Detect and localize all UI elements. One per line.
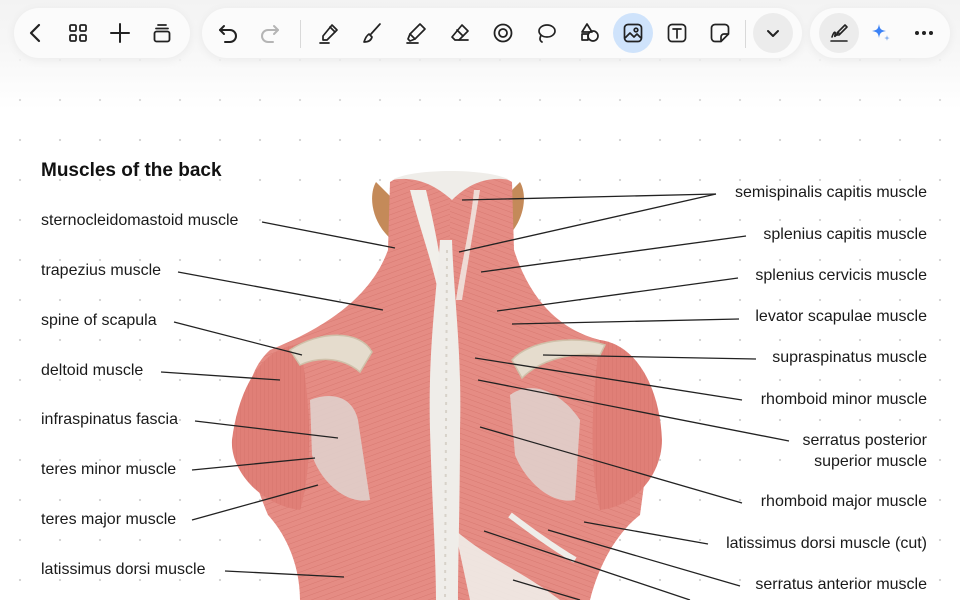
label-splenius-cervicis: splenius cervicis muscle bbox=[755, 267, 927, 284]
label-teres-minor: teres minor muscle bbox=[41, 461, 177, 478]
figure-title: Muscles of the back bbox=[41, 160, 222, 181]
label-latissimus-dorsi: latissimus dorsi muscle bbox=[41, 561, 206, 578]
label-sternocleidomastoid: sternocleidomastoid muscle bbox=[41, 212, 239, 229]
label-infraspinatus-fascia: infraspinatus fascia bbox=[41, 411, 178, 428]
label-serratus-posterior-line2: superior muscle bbox=[814, 453, 927, 470]
label-supraspinatus: supraspinatus muscle bbox=[772, 349, 927, 366]
label-latissimus-dorsi-cut: latissimus dorsi muscle (cut) bbox=[726, 535, 927, 552]
label-deltoid: deltoid muscle bbox=[41, 362, 144, 379]
label-trapezius: trapezius muscle bbox=[41, 262, 162, 279]
label-serratus-anterior: serratus anterior muscle bbox=[755, 576, 927, 593]
label-semispinalis-capitis: semispinalis capitis muscle bbox=[734, 184, 927, 201]
label-splenius-capitis: splenius capitis muscle bbox=[763, 226, 927, 243]
label-spine-of-scapula: spine of scapula bbox=[41, 312, 157, 329]
label-levator-scapulae: levator scapulae muscle bbox=[755, 308, 927, 325]
label-teres-major: teres major muscle bbox=[41, 511, 177, 528]
label-rhomboid-major: rhomboid major muscle bbox=[760, 493, 927, 510]
label-serratus-posterior: serratus posterior bbox=[802, 432, 928, 449]
label-rhomboid-minor: rhomboid minor muscle bbox=[760, 391, 927, 408]
